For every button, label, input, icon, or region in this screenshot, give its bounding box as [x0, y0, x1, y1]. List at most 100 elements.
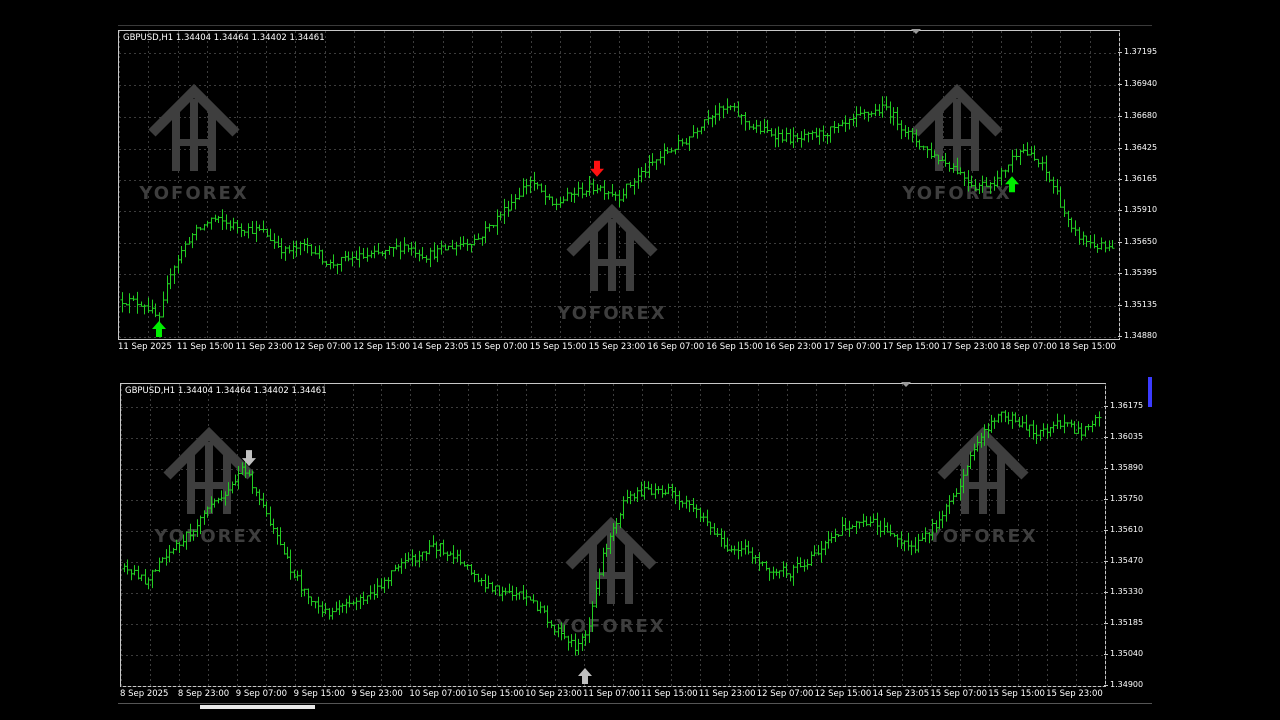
top-time-label: 17 Sep 07:00 — [823, 342, 881, 352]
bottom-price-tick — [1104, 685, 1108, 686]
bottom-price-label: 1.35470 — [1110, 556, 1144, 565]
top-price-tick — [1118, 116, 1122, 117]
bottom-time-label: 8 Sep 2025 — [120, 689, 169, 699]
bottom-time-label: 11 Sep 15:00 — [640, 689, 698, 699]
bottom-time-label: 12 Sep 07:00 — [756, 689, 814, 699]
bottom-time-label: 10 Sep 23:00 — [525, 689, 582, 699]
bottom-time-label: 10 Sep 07:00 — [409, 689, 467, 699]
bottom-price-label: 1.35330 — [1110, 587, 1144, 596]
top-time-label: 17 Sep 15:00 — [882, 342, 940, 352]
chart-window-top[interactable]: YOFOREX YOFOREX YOFOREX GBPUSD,H1 1.34404 … — [118, 25, 1157, 359]
bottom-time-label: 12 Sep 15:00 — [814, 689, 872, 699]
top-time-label: 16 Sep 15:00 — [706, 342, 763, 352]
top-price-tick — [1118, 52, 1122, 53]
top-time-label: 14 Sep 23:05 — [412, 342, 469, 352]
bottom-price-tick — [1104, 530, 1108, 531]
bottom-price-tick — [1104, 623, 1108, 624]
candlestick-chart-top[interactable]: YOFOREX YOFOREX YOFOREX — [119, 31, 1120, 339]
bottom-time-label: 9 Sep 07:00 — [235, 689, 288, 699]
bottom-price-tick — [1104, 561, 1108, 562]
top-price-label: 1.36680 — [1124, 111, 1158, 120]
bottom-time-label: 9 Sep 23:00 — [351, 689, 403, 699]
top-time-label: 18 Sep 15:00 — [1059, 342, 1116, 352]
top-price-label: 1.35910 — [1124, 205, 1158, 214]
top-watermark-text-2: YOFOREX — [901, 183, 1011, 204]
bottom-time-label: 11 Sep 07:00 — [583, 689, 640, 699]
bottom-price-tick — [1104, 499, 1108, 500]
top-price-tick — [1118, 336, 1122, 337]
bottom-shift-marker[interactable] — [901, 382, 911, 387]
top-price-label: 1.34880 — [1124, 331, 1158, 340]
top-watermark-1: YOFOREX — [556, 203, 666, 324]
window-edge-indicator — [1148, 377, 1152, 407]
bottom-price-label: 1.35610 — [1110, 525, 1144, 534]
top-price-tick — [1118, 305, 1122, 306]
bottom-price-label: 1.35185 — [1110, 618, 1144, 627]
bottom-time-label: 15 Sep 23:00 — [1046, 689, 1103, 699]
top-time-label: 17 Sep 23:00 — [941, 342, 999, 352]
top-sell-arrow-1[interactable] — [590, 160, 604, 177]
top-watermark-text-1: YOFOREX — [556, 303, 666, 324]
top-time-label: 16 Sep 07:00 — [647, 342, 705, 352]
top-watermark-0: YOFOREX — [138, 83, 248, 204]
bottom-time-label: 15 Sep 15:00 — [988, 689, 1045, 699]
chart-tab-strip[interactable] — [118, 703, 1152, 710]
chart-window-bottom[interactable]: YOFOREX YOFOREX YOFOREX GBPUSD,H1 1.34404 … — [118, 377, 1152, 710]
top-price-label: 1.36425 — [1124, 143, 1158, 152]
top-price-label: 1.37195 — [1124, 47, 1158, 56]
bottom-watermark-2: YOFOREX — [927, 426, 1037, 547]
bottom-price-tick — [1104, 468, 1108, 469]
top-watermark-text-0: YOFOREX — [138, 183, 248, 204]
bottom-watermark-text-1: YOFOREX — [555, 616, 665, 637]
chart-title-top: GBPUSD,H1 1.34404 1.34464 1.34402 1.3446… — [123, 33, 325, 43]
top-shift-marker[interactable] — [911, 29, 921, 34]
top-time-label: 12 Sep 15:00 — [353, 342, 411, 352]
top-time-label: 12 Sep 07:00 — [294, 342, 352, 352]
active-chart-tab[interactable] — [200, 705, 315, 709]
bottom-price-tick — [1104, 592, 1108, 593]
top-price-tick — [1118, 273, 1122, 274]
candlestick-chart-bottom[interactable]: YOFOREX YOFOREX YOFOREX — [121, 384, 1106, 687]
top-time-label: 11 Sep 23:00 — [235, 342, 293, 352]
top-time-label: 11 Sep 15:00 — [176, 342, 234, 352]
bottom-time-label: 8 Sep 23:00 — [177, 689, 230, 699]
bottom-time-label: 15 Sep 07:00 — [930, 689, 988, 699]
bottom-watermark-text-0: YOFOREX — [153, 526, 263, 547]
top-price-tick — [1118, 242, 1122, 243]
top-watermark-2: YOFOREX — [901, 83, 1011, 204]
bottom-price-label: 1.35750 — [1110, 494, 1144, 503]
plot-area-bottom[interactable]: YOFOREX YOFOREX YOFOREX GBPUSD,H1 1.34404 … — [120, 383, 1106, 687]
bottom-buy-arrow-1[interactable] — [578, 668, 592, 684]
bottom-time-label: 9 Sep 15:00 — [293, 689, 345, 699]
top-buy-arrow-0[interactable] — [152, 321, 166, 337]
top-price-tick — [1118, 84, 1122, 85]
top-price-label: 1.35395 — [1124, 268, 1158, 277]
top-time-label: 15 Sep 07:00 — [470, 342, 528, 352]
bottom-price-label: 1.35890 — [1110, 463, 1144, 472]
bottom-time-label: 11 Sep 23:00 — [698, 689, 756, 699]
top-price-tick — [1118, 179, 1122, 180]
plot-area-top[interactable]: YOFOREX YOFOREX YOFOREX GBPUSD,H1 1.34404 … — [118, 30, 1120, 340]
chart-title-bottom: GBPUSD,H1 1.34404 1.34464 1.34402 1.3446… — [125, 386, 327, 396]
bottom-time-label: 14 Sep 23:05 — [872, 689, 930, 699]
top-price-label: 1.36165 — [1124, 174, 1158, 183]
bottom-price-label: 1.34900 — [1110, 680, 1144, 689]
bottom-price-tick — [1104, 654, 1108, 655]
top-time-label: 15 Sep 15:00 — [529, 342, 587, 352]
bottom-price-tick — [1104, 437, 1108, 438]
top-price-label: 1.35135 — [1124, 300, 1158, 309]
bottom-price-label: 1.36035 — [1110, 432, 1144, 441]
top-price-tick — [1118, 148, 1122, 149]
top-price-label: 1.35650 — [1124, 237, 1158, 246]
top-price-tick — [1118, 210, 1122, 211]
top-time-label: 11 Sep 2025 — [118, 342, 172, 352]
top-time-label: 18 Sep 07:00 — [1000, 342, 1058, 352]
bottom-price-label: 1.35040 — [1110, 649, 1144, 658]
top-time-label: 16 Sep 23:00 — [765, 342, 822, 352]
bottom-price-tick — [1104, 406, 1108, 407]
top-time-label: 15 Sep 23:00 — [588, 342, 646, 352]
bottom-price-label: 1.36175 — [1110, 401, 1144, 410]
top-price-label: 1.36940 — [1124, 79, 1158, 88]
bottom-watermark-text-2: YOFOREX — [927, 526, 1037, 547]
bottom-time-label: 10 Sep 15:00 — [467, 689, 525, 699]
